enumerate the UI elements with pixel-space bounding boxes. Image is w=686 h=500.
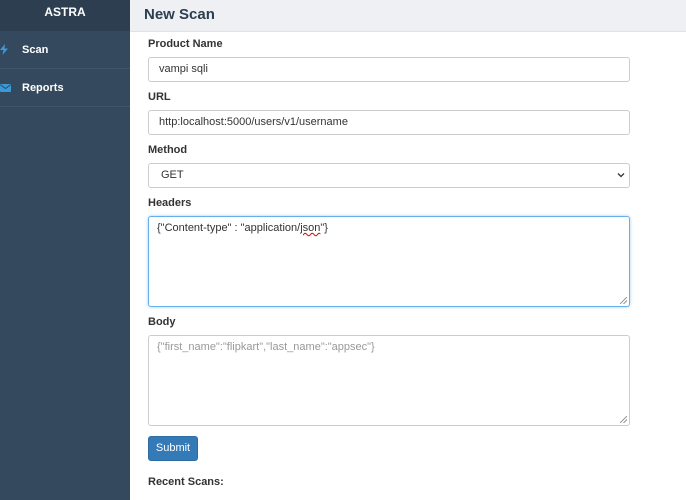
submit-button[interactable]: Submit	[148, 436, 198, 461]
sidebar-item-scan[interactable]: Scan	[0, 31, 130, 69]
url-label: URL	[148, 91, 171, 103]
headers-textarea[interactable]: {"Content-type" : "application/json"}	[148, 216, 630, 307]
headers-label: Headers	[148, 197, 192, 209]
url-input[interactable]: http:localhost:5000/users/v1/username	[148, 110, 630, 135]
headers-value: {"Content-type" : "application/json"}	[157, 222, 328, 234]
body-label: Body	[148, 316, 176, 328]
envelope-icon	[0, 83, 22, 92]
body-placeholder: {"first_name":"flipkart","last_name":"ap…	[157, 341, 375, 353]
method-selected-value: GET	[161, 169, 184, 181]
sidebar-item-label: Reports	[22, 81, 64, 94]
product-name-input[interactable]: vampi sqli	[148, 57, 630, 82]
brand-logo: ASTRA	[0, 0, 130, 31]
sidebar-item-reports[interactable]: Reports	[0, 69, 130, 107]
method-select[interactable]: GET	[148, 163, 630, 188]
bolt-icon	[0, 44, 22, 55]
spellcheck-word: json	[300, 222, 321, 234]
page-header: New Scan	[130, 0, 686, 32]
sidebar: ASTRA Scan Reports	[0, 0, 130, 500]
body-textarea[interactable]: {"first_name":"flipkart","last_name":"ap…	[148, 335, 630, 426]
resize-grip-icon[interactable]	[620, 416, 627, 423]
page-title: New Scan	[144, 6, 215, 23]
resize-grip-icon[interactable]	[620, 297, 627, 304]
chevron-down-icon	[617, 164, 625, 187]
method-label: Method	[148, 144, 188, 156]
product-name-label: Product Name	[148, 38, 223, 50]
sidebar-item-label: Scan	[22, 43, 49, 56]
recent-scans-heading: Recent Scans:	[148, 476, 224, 488]
